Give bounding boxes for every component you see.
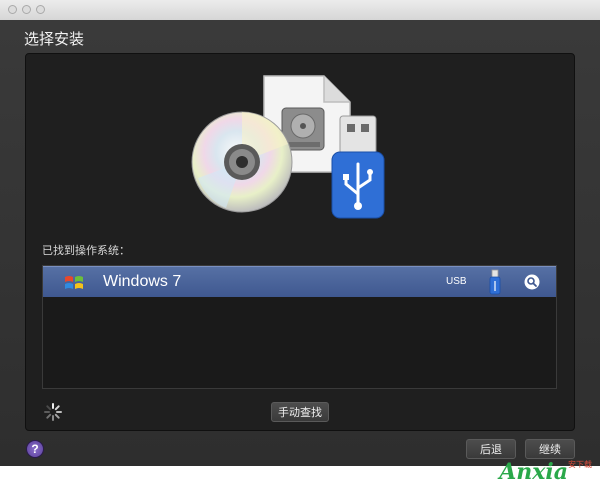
continue-button[interactable]: 继续 (525, 439, 575, 459)
reveal-magnifier-icon[interactable] (524, 274, 540, 290)
windows-logo-icon (65, 276, 83, 289)
close-window-button[interactable] (8, 5, 17, 14)
back-button[interactable]: 后退 (466, 439, 516, 459)
os-list[interactable]: Windows 7 USB (42, 265, 557, 389)
usb-drive-icon (331, 115, 385, 219)
manual-search-button[interactable]: 手动查找 (271, 402, 329, 422)
dialog-title: 选择安装 (24, 30, 85, 48)
os-list-item-windows-7[interactable]: Windows 7 USB (43, 266, 556, 297)
watermark-text: Anxia (499, 459, 568, 485)
installation-media-artwork (190, 74, 390, 224)
watermark-logo: Anxia安下载 (499, 459, 592, 485)
watermark-sub: 安下载 (568, 460, 592, 469)
minimize-window-button[interactable] (22, 5, 31, 14)
os-name: Windows 7 (103, 273, 182, 290)
cd-disc-icon (191, 111, 293, 213)
zoom-window-button[interactable] (36, 5, 45, 14)
found-os-label: 已找到操作系统： (42, 244, 130, 257)
usb-small-icon (489, 269, 501, 295)
title-bar (0, 0, 600, 21)
os-source: USB (446, 276, 467, 287)
help-button[interactable]: ? (26, 440, 44, 458)
loading-spinner-icon (44, 403, 62, 421)
